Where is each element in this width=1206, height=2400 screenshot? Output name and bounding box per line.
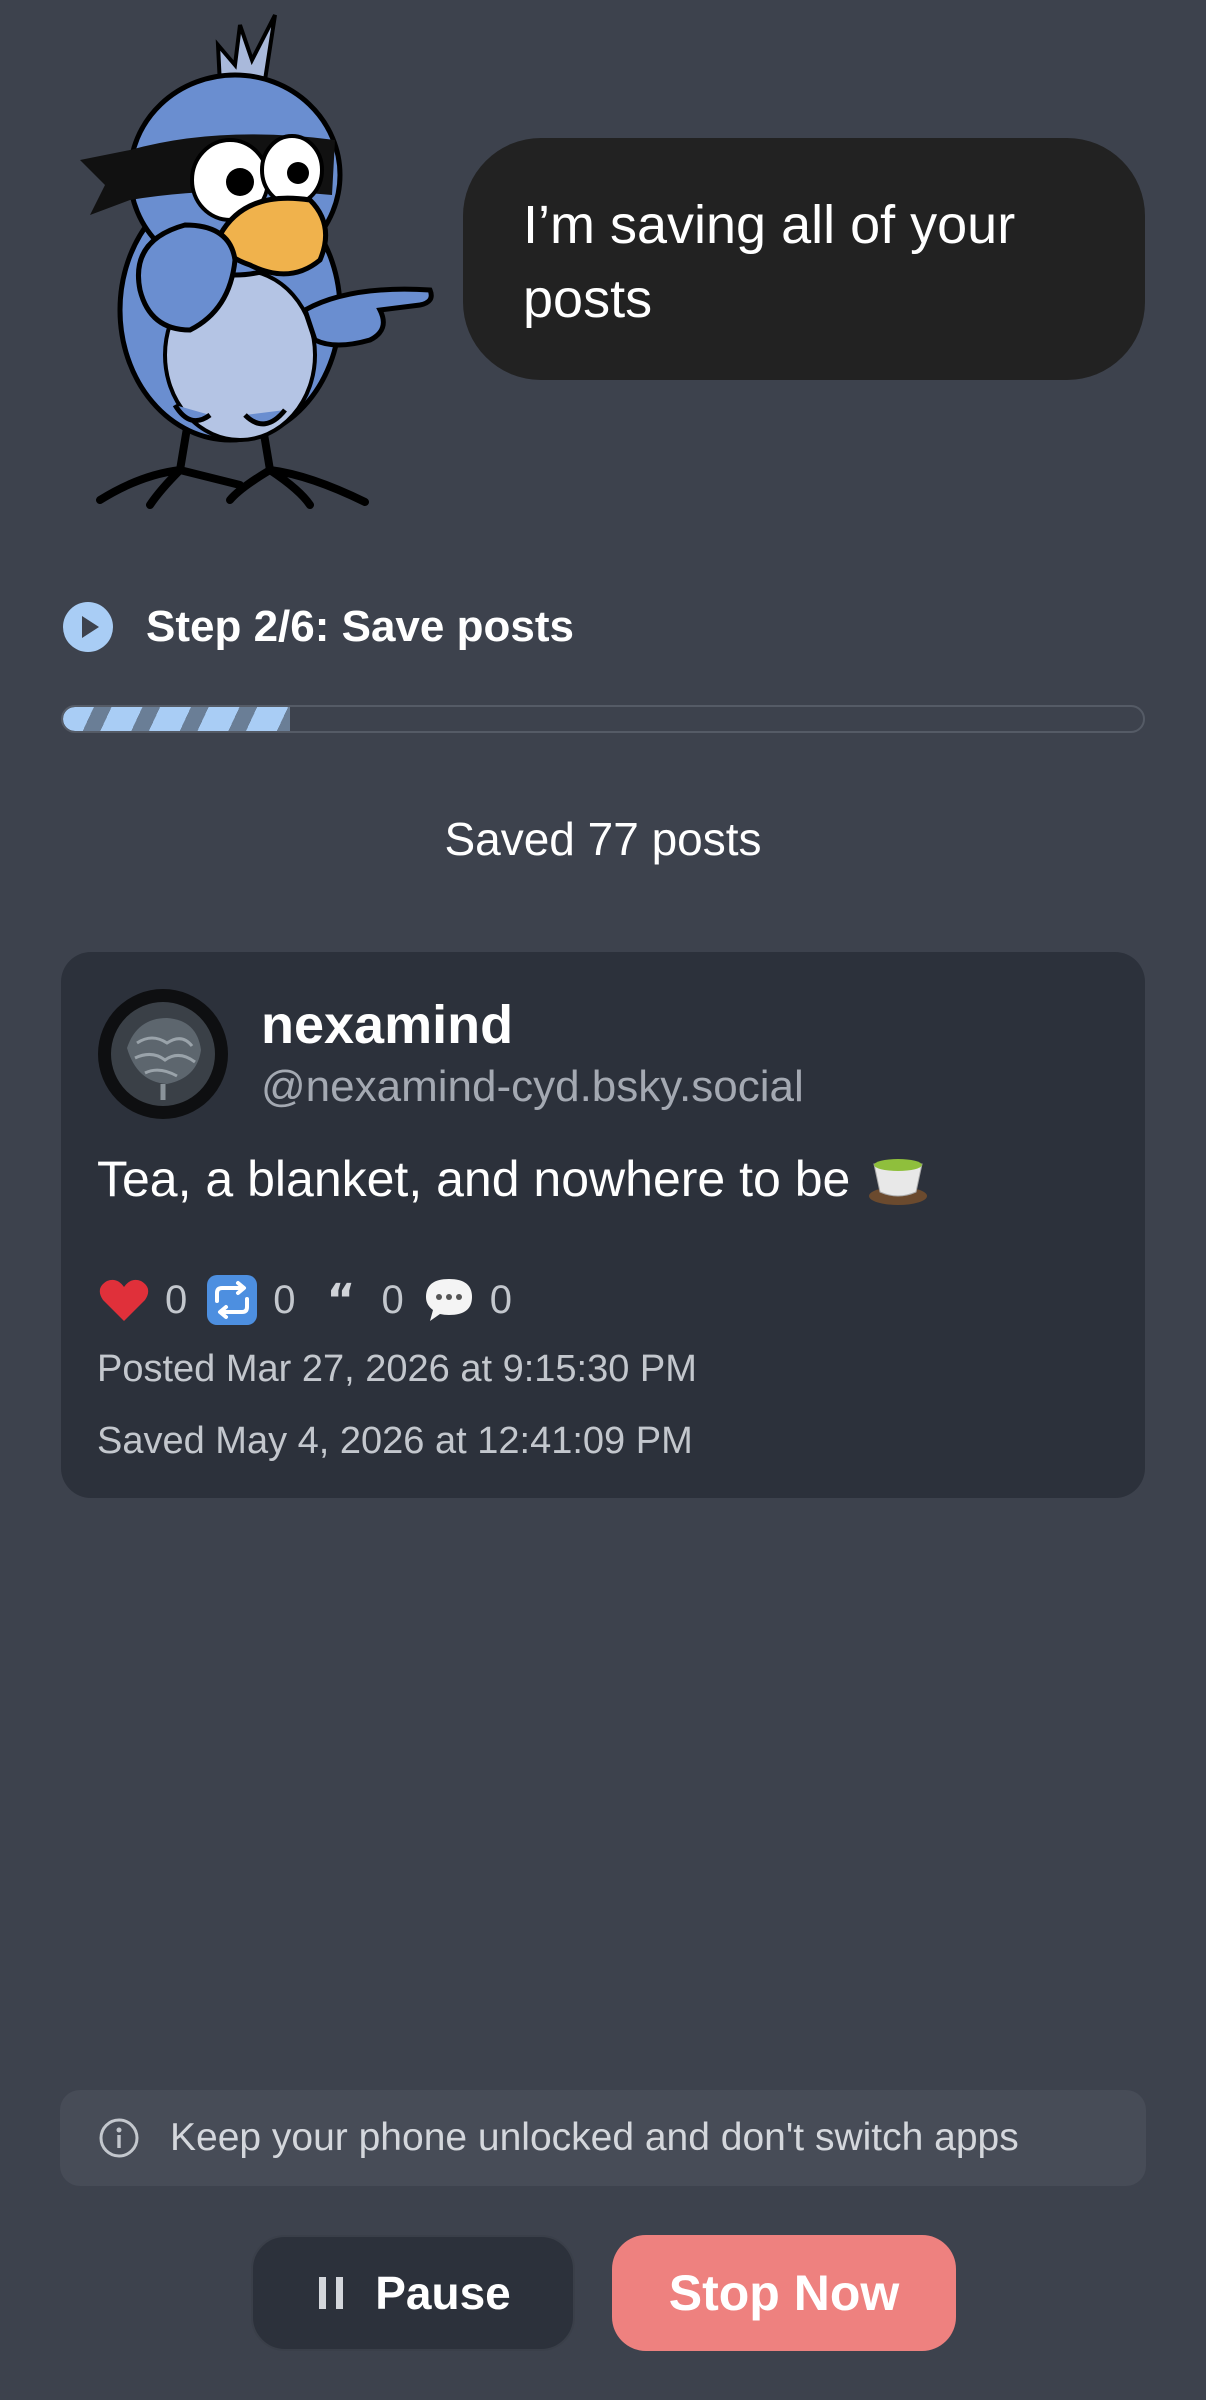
step-label: Step 2/6: Save posts bbox=[146, 602, 574, 651]
pause-button-label: Pause bbox=[375, 2267, 511, 2319]
pause-button[interactable]: Pause bbox=[251, 2235, 575, 2351]
play-circle-icon bbox=[63, 602, 113, 652]
heart-icon bbox=[99, 1279, 149, 1321]
info-icon bbox=[99, 2118, 139, 2158]
post-stats: 0 0 “ 0 0 bbox=[97, 1270, 530, 1330]
svg-text:“: “ bbox=[326, 1275, 355, 1326]
keep-unlocked-notice: Keep your phone unlocked and don't switc… bbox=[60, 2090, 1146, 2186]
speech-bubble-text: I’m saving all of your posts bbox=[523, 195, 1016, 329]
post-card: nexamind @nexamind-cyd.bsky.social Tea, … bbox=[61, 952, 1145, 1498]
repost-icon bbox=[207, 1275, 258, 1325]
post-handle: @nexamind-cyd.bsky.social bbox=[261, 1062, 804, 1111]
stop-now-button-label: Stop Now bbox=[668, 2265, 900, 2321]
notice-text: Keep your phone unlocked and don't switc… bbox=[170, 2116, 1019, 2159]
stop-now-button[interactable]: Stop Now bbox=[612, 2235, 956, 2351]
reply-icon bbox=[425, 1279, 472, 1321]
teacup-emoji-icon bbox=[869, 1159, 928, 1205]
post-text: Tea, a blanket, and nowhere to be bbox=[97, 1150, 928, 1208]
pause-icon bbox=[319, 2277, 344, 2309]
saved-timestamp: Saved May 4, 2026 at 12:41:09 PM bbox=[97, 1420, 693, 1462]
repost-count: 0 bbox=[273, 1277, 296, 1322]
quote-count: 0 bbox=[381, 1277, 404, 1322]
bird-mascot-illustration bbox=[80, 14, 434, 509]
step-indicator: Step 2/6: Save posts bbox=[62, 600, 574, 654]
post-display-name: nexamind bbox=[261, 995, 514, 1055]
avatar bbox=[98, 989, 228, 1119]
saved-count-status: Saved 77 posts bbox=[444, 813, 762, 865]
reply-count: 0 bbox=[489, 1277, 512, 1322]
like-count: 0 bbox=[165, 1277, 188, 1322]
progress-bar-fill bbox=[63, 707, 290, 731]
post-text-content: Tea, a blanket, and nowhere to be bbox=[97, 1151, 851, 1207]
quote-icon: “ bbox=[326, 1275, 355, 1326]
speech-bubble: I’m saving all of your posts bbox=[463, 138, 1145, 380]
posted-timestamp: Posted Mar 27, 2026 at 9:15:30 PM bbox=[97, 1348, 697, 1390]
progress-bar bbox=[61, 705, 1145, 733]
